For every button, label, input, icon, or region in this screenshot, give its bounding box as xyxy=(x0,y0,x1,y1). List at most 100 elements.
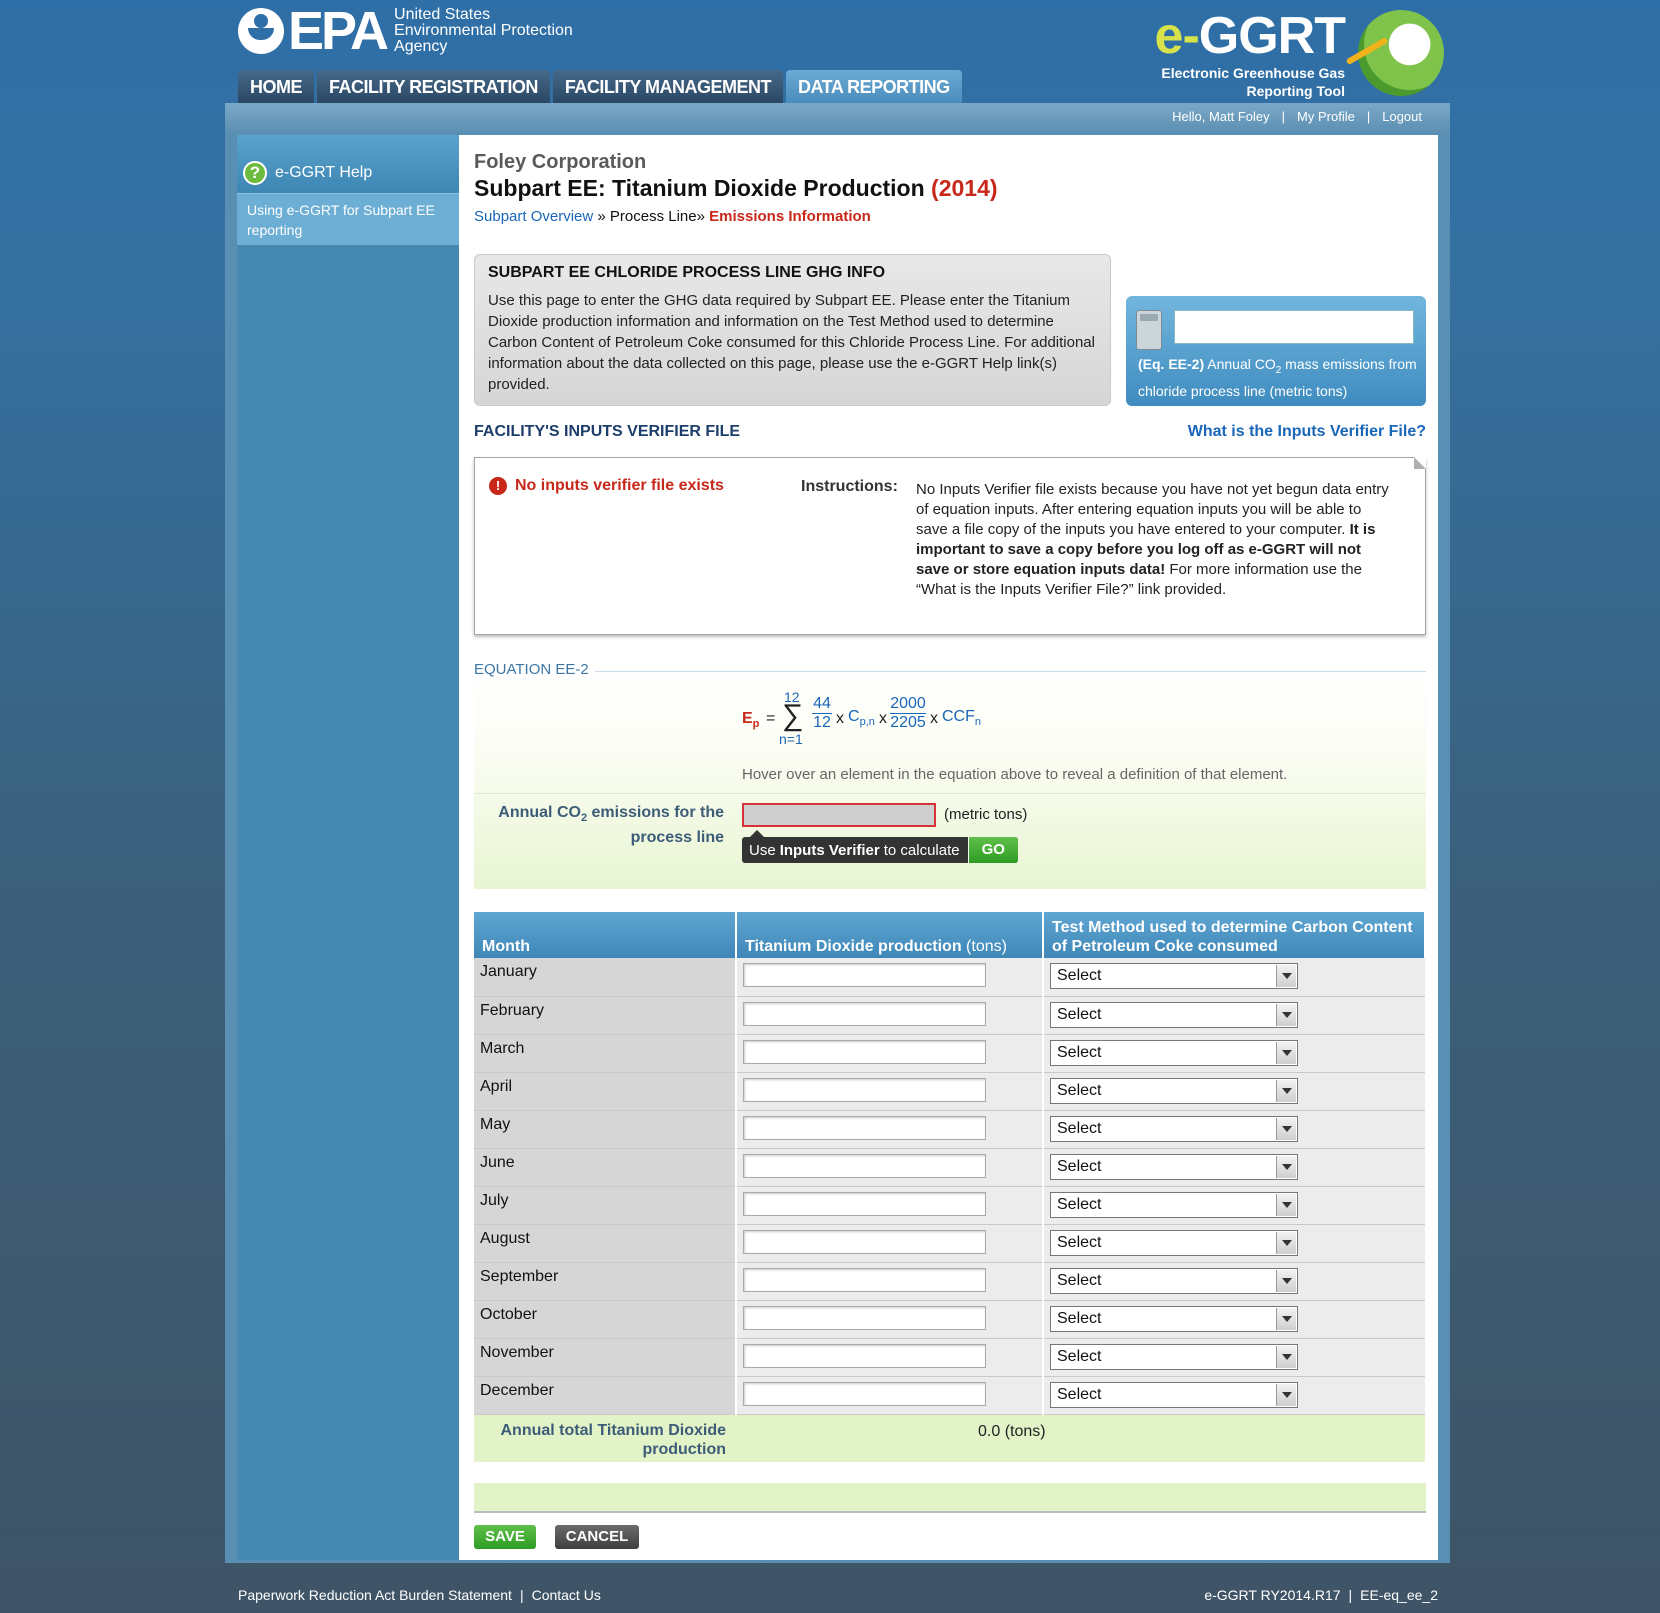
inputs-verifier-button[interactable]: Use Inputs Verifier to calculate GO xyxy=(742,830,1018,863)
table-row: November Select xyxy=(474,1338,1425,1377)
eq-equals: = xyxy=(766,710,776,727)
production-input[interactable] xyxy=(743,1191,986,1216)
production-cell xyxy=(735,1110,1043,1149)
production-input[interactable] xyxy=(743,1229,986,1254)
reporting-year: (2014) xyxy=(931,175,998,201)
test-method-select[interactable]: Select xyxy=(1050,1229,1298,1256)
test-method-select[interactable]: Select xyxy=(1050,1381,1298,1408)
info-box-text: Use this page to enter the GHG data requ… xyxy=(488,292,1095,393)
what-is-verifier-link[interactable]: What is the Inputs Verifier File? xyxy=(1188,423,1426,441)
test-method-select[interactable]: Select xyxy=(1050,1115,1298,1142)
calculated-emissions-label: (Eq. EE-2) Annual CO2 mass emissions fro… xyxy=(1138,356,1417,399)
eggrt-logo[interactable]: e-GGRT Electronic Greenhouse Gas Reporti… xyxy=(1150,6,1450,102)
footer-links: Paperwork Reduction Act Burden Statement… xyxy=(238,1587,601,1603)
eq-term-ep[interactable]: Ep xyxy=(742,710,759,730)
divider xyxy=(474,793,1426,794)
my-profile-link[interactable]: My Profile xyxy=(1297,109,1355,124)
month-cell: July xyxy=(474,1186,736,1225)
help-title: e-GGRT Help xyxy=(275,164,373,181)
tab-facility-management[interactable]: FACILITY MANAGEMENT xyxy=(552,70,784,103)
contact-link[interactable]: Contact Us xyxy=(532,1587,601,1603)
eq-fraction-2000-2205[interactable]: 2000 2205 xyxy=(890,695,926,732)
dropdown-arrow-icon xyxy=(1276,1231,1296,1254)
epa-agency-name: United States Environmental Protection A… xyxy=(394,6,573,55)
test-method-select[interactable]: Select xyxy=(1050,1305,1298,1332)
month-cell: March xyxy=(474,1034,736,1073)
table-row: January Select xyxy=(474,958,1425,997)
dropdown-arrow-icon xyxy=(1276,1269,1296,1292)
annual-emissions-units: (metric tons) xyxy=(944,806,1028,823)
page-id: EE-eq_ee_2 xyxy=(1360,1587,1438,1603)
test-method-select[interactable]: Select xyxy=(1050,1153,1298,1180)
eq-term-cpn[interactable]: Cp,n xyxy=(848,708,875,728)
dropdown-arrow-icon xyxy=(1276,965,1296,987)
cancel-button[interactable]: CANCEL xyxy=(555,1525,639,1549)
production-input[interactable] xyxy=(743,1305,986,1330)
production-input[interactable] xyxy=(743,1153,986,1178)
paperwork-link[interactable]: Paperwork Reduction Act Burden Statement xyxy=(238,1587,512,1603)
tab-home[interactable]: HOME xyxy=(238,70,314,103)
breadcrumb-subpart-overview[interactable]: Subpart Overview xyxy=(474,208,593,225)
dropdown-arrow-icon xyxy=(1276,1003,1296,1026)
breadcrumb-process-line: Process Line xyxy=(609,208,697,225)
total-row: Annual total Titanium Dioxide production… xyxy=(474,1414,1425,1462)
tab-data-reporting[interactable]: DATA REPORTING xyxy=(786,70,962,103)
production-input[interactable] xyxy=(743,1267,986,1292)
annual-emissions-input[interactable] xyxy=(742,803,936,827)
table-row: July Select xyxy=(474,1186,1425,1225)
user-bar: Hello, Matt Foley | My Profile | Logout xyxy=(225,103,1450,133)
table-row: August Select xyxy=(474,1224,1425,1263)
test-method-cell: Select xyxy=(1042,996,1425,1035)
test-method-cell: Select xyxy=(1042,1148,1425,1187)
test-method-select[interactable]: Select xyxy=(1050,1001,1298,1028)
page-title: Subpart EE: Titanium Dioxide Production … xyxy=(474,175,998,201)
eq-fraction-44-12[interactable]: 44 12 xyxy=(812,695,832,732)
month-cell: May xyxy=(474,1110,736,1149)
table-row: June Select xyxy=(474,1148,1425,1187)
production-cell xyxy=(735,1186,1043,1225)
month-cell: August xyxy=(474,1224,736,1263)
production-input[interactable] xyxy=(743,1001,986,1026)
verifier-section-heading: FACILITY'S INPUTS VERIFIER FILE xyxy=(474,423,741,440)
go-button[interactable]: GO xyxy=(967,837,1018,863)
site-header: EPA United States Environmental Protecti… xyxy=(0,0,1660,103)
help-link-subpart-ee[interactable]: Using e-GGRT for Subpart EE reporting xyxy=(237,193,459,245)
eq-term-ccfn[interactable]: CCFn xyxy=(942,708,981,728)
production-input[interactable] xyxy=(743,1381,986,1406)
test-method-select[interactable]: Select xyxy=(1050,1039,1298,1066)
divider xyxy=(474,671,1426,672)
month-cell: April xyxy=(474,1072,736,1111)
save-button[interactable]: SAVE xyxy=(474,1525,536,1549)
epa-logo[interactable]: EPA United States Environmental Protecti… xyxy=(238,4,573,58)
logout-link[interactable]: Logout xyxy=(1382,109,1422,124)
equation-hover-note: Hover over an element in the equation ab… xyxy=(742,766,1288,783)
calculator-icon xyxy=(1136,310,1162,350)
production-input[interactable] xyxy=(743,1039,986,1064)
production-input[interactable] xyxy=(743,1343,986,1368)
table-row: February Select xyxy=(474,996,1425,1035)
dropdown-arrow-icon xyxy=(1276,1383,1296,1406)
test-method-select[interactable]: Select xyxy=(1050,1077,1298,1104)
egret-bird-icon xyxy=(1358,10,1444,96)
table-footer-band xyxy=(474,1483,1426,1513)
month-cell: December xyxy=(474,1376,736,1415)
test-method-cell: Select xyxy=(1042,1110,1425,1149)
production-cell xyxy=(735,1300,1043,1339)
test-method-select[interactable]: Select xyxy=(1050,1343,1298,1370)
test-method-select[interactable]: Select xyxy=(1050,1267,1298,1294)
separator: | xyxy=(1366,109,1371,124)
production-input[interactable] xyxy=(743,1077,986,1102)
production-input[interactable] xyxy=(743,963,986,987)
annual-emissions-label: Annual CO2 emissions for the process lin… xyxy=(498,804,724,847)
test-method-select[interactable]: Select xyxy=(1050,963,1298,989)
tab-facility-registration[interactable]: FACILITY REGISTRATION xyxy=(317,70,550,103)
footer-version: e-GGRT RY2014.R17 | EE-eq_ee_2 xyxy=(1204,1587,1438,1603)
separator: | xyxy=(1348,1587,1353,1603)
production-cell xyxy=(735,996,1043,1035)
production-input[interactable] xyxy=(743,1115,986,1140)
equation-heading: EQUATION EE-2 xyxy=(474,661,595,678)
test-method-select[interactable]: Select xyxy=(1050,1191,1298,1218)
test-method-cell: Select xyxy=(1042,958,1425,997)
eggrt-subtitle: Electronic Greenhouse Gas Reporting Tool xyxy=(1161,65,1345,99)
total-label: Annual total Titanium Dioxide production xyxy=(474,1414,736,1462)
